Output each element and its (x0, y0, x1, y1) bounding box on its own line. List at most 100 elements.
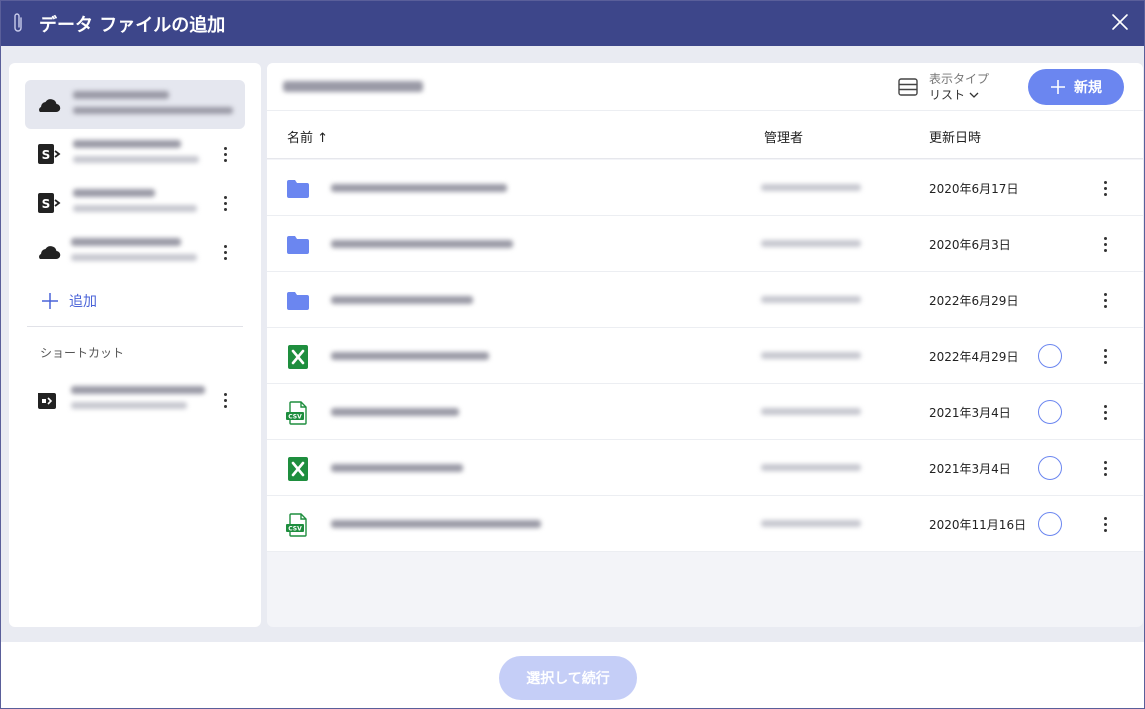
modified-date: 2020年6月3日 (929, 238, 1011, 252)
modified-date: 2020年11月16日 (929, 518, 1027, 532)
shortcut-library-icon (38, 393, 56, 409)
modified-date: 2020年6月17日 (929, 182, 1019, 196)
plus-icon (1051, 80, 1065, 94)
table-row[interactable]: CSV 2021年3月4日 (267, 384, 1143, 440)
select-radio[interactable] (1038, 344, 1062, 368)
column-header-name[interactable]: 名前 ↑ (287, 127, 328, 146)
source-more-menu-icon[interactable] (215, 143, 235, 165)
shortcut-more-menu-icon[interactable] (215, 389, 235, 411)
modified-date: 2022年6月29日 (929, 294, 1019, 308)
source-item-sharepoint-1[interactable]: S (25, 129, 245, 178)
dialog-footer: 選択して続行 (1, 642, 1144, 708)
column-header-owner[interactable]: 管理者 (764, 127, 803, 146)
add-data-file-dialog: データ ファイルの追加 S S 追加 ショートカット 表示タイプ リスト 新規 … (0, 0, 1145, 709)
owner-redacted (761, 352, 861, 359)
new-button-label: 新規 (1074, 80, 1102, 96)
source-name-redacted (73, 91, 169, 99)
onedrive-cloud-icon (39, 99, 61, 113)
select-radio[interactable] (1038, 400, 1062, 424)
column-header-modified[interactable]: 更新日時 (929, 127, 981, 146)
shortcuts-heading: ショートカット (40, 346, 125, 360)
owner-redacted (761, 408, 861, 415)
shortcut-path-redacted (71, 402, 187, 409)
table-row[interactable]: 2020年6月3日 (267, 216, 1143, 272)
source-name-redacted (73, 140, 181, 148)
shortcut-name-redacted (71, 386, 205, 394)
owner-redacted (761, 296, 861, 303)
source-name-redacted (73, 189, 155, 197)
source-account-redacted (73, 205, 197, 212)
view-type-selector[interactable]: 表示タイプ リスト (897, 71, 989, 103)
current-location-redacted (283, 81, 423, 92)
view-type-label: 表示タイプ (929, 72, 990, 86)
table-row[interactable]: CSV 2020年11月16日 (267, 496, 1143, 552)
close-icon[interactable] (1110, 12, 1130, 32)
row-more-menu-icon[interactable] (1095, 345, 1115, 367)
sharepoint-icon: S (38, 193, 61, 213)
view-type-value-text: リスト (929, 88, 966, 102)
source-sidebar: S S 追加 ショートカット (9, 63, 261, 627)
add-source-button[interactable]: 追加 (41, 291, 97, 311)
owner-redacted (761, 184, 861, 191)
select-radio[interactable] (1038, 456, 1062, 480)
file-name-redacted (331, 464, 463, 472)
file-name-redacted (331, 240, 513, 248)
source-account-redacted (73, 156, 199, 163)
folder-icon (287, 180, 309, 198)
table-row[interactable]: 2021年3月4日 (267, 440, 1143, 496)
row-more-menu-icon[interactable] (1095, 457, 1115, 479)
select-and-continue-button[interactable]: 選択して続行 (499, 656, 637, 700)
row-more-menu-icon[interactable] (1095, 513, 1115, 535)
title-bar: データ ファイルの追加 (1, 1, 1144, 46)
table-row[interactable]: 2020年6月17日 (267, 160, 1143, 216)
chevron-down-icon (969, 92, 979, 98)
select-radio[interactable] (1038, 512, 1062, 536)
source-account-redacted (71, 254, 197, 261)
csv-file-icon: CSV (286, 513, 307, 537)
excel-file-icon (288, 457, 308, 481)
source-name-redacted (71, 238, 181, 246)
file-table-header: 名前 ↑ 管理者 更新日時 (267, 111, 1143, 159)
owner-redacted (761, 464, 861, 471)
file-name-redacted (331, 296, 473, 304)
row-more-menu-icon[interactable] (1095, 289, 1115, 311)
add-source-label: 追加 (69, 294, 97, 310)
source-more-menu-icon[interactable] (215, 241, 235, 263)
svg-text:S: S (42, 197, 51, 211)
owner-redacted (761, 240, 861, 247)
excel-file-icon (288, 345, 308, 369)
dialog-title: データ ファイルの追加 (39, 15, 226, 36)
plus-icon (42, 293, 58, 309)
row-more-menu-icon[interactable] (1095, 233, 1115, 255)
sharepoint-icon: S (38, 144, 61, 164)
file-name-redacted (331, 184, 507, 192)
svg-text:CSV: CSV (288, 414, 302, 421)
file-browser-panel: 表示タイプ リスト 新規 名前 ↑ 管理者 更新日時 2020年6月17日 20… (267, 63, 1143, 627)
file-name-redacted (331, 408, 459, 416)
file-name-redacted (331, 352, 489, 360)
shortcut-item[interactable] (25, 375, 245, 424)
row-more-menu-icon[interactable] (1095, 177, 1115, 199)
modified-date: 2022年4月29日 (929, 350, 1019, 364)
source-more-menu-icon[interactable] (215, 192, 235, 214)
svg-text:CSV: CSV (288, 526, 302, 533)
row-more-menu-icon[interactable] (1095, 401, 1115, 423)
source-item-sharepoint-2[interactable]: S (25, 178, 245, 227)
view-type-value: リスト (929, 87, 989, 103)
folder-icon (287, 236, 309, 254)
owner-redacted (761, 520, 861, 527)
onedrive-cloud-icon (39, 246, 61, 260)
source-account-redacted (73, 107, 233, 114)
file-browser-header: 表示タイプ リスト 新規 (267, 63, 1143, 111)
sidebar-divider (27, 326, 243, 327)
table-row[interactable]: 2022年6月29日 (267, 272, 1143, 328)
source-item-onedrive-2[interactable] (25, 227, 245, 276)
paperclip-icon (14, 13, 22, 32)
source-item-onedrive-1[interactable] (25, 80, 245, 129)
folder-icon (287, 292, 309, 310)
table-row[interactable]: 2022年4月29日 (267, 328, 1143, 384)
file-name-redacted (331, 520, 541, 528)
svg-text:S: S (42, 148, 51, 162)
csv-file-icon: CSV (286, 401, 307, 425)
new-button[interactable]: 新規 (1028, 69, 1124, 105)
